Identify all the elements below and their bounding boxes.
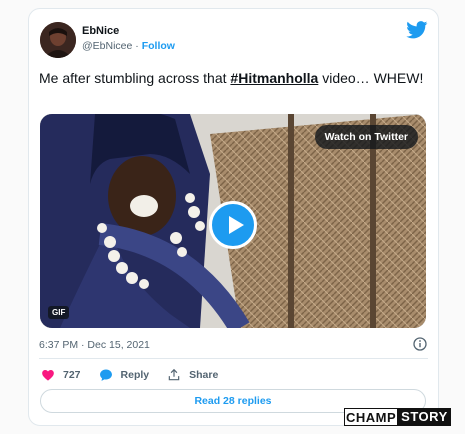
like-button[interactable]: 727	[41, 368, 81, 382]
tweet-text: Me after stumbling across that #Hitmanho…	[39, 69, 429, 88]
like-count: 727	[63, 369, 81, 381]
play-icon	[229, 216, 244, 234]
share-button[interactable]: Share	[167, 368, 218, 382]
watermark-part-champ: CHAMP	[344, 408, 399, 426]
reply-icon	[99, 369, 112, 381]
reply-button[interactable]: Reply	[99, 368, 150, 382]
reply-label: Reply	[120, 369, 150, 381]
share-icon	[168, 368, 180, 381]
action-bar: 727 Reply Share	[41, 367, 236, 383]
follow-link[interactable]: Follow	[142, 40, 175, 52]
hashtag-link[interactable]: #Hitmanholla	[230, 70, 318, 86]
info-icon[interactable]	[413, 337, 427, 351]
tweet-card: EbNice @EbNicee · Follow Me after stumbl…	[28, 8, 439, 426]
twitter-bird-icon[interactable]	[406, 21, 428, 39]
separator-dot: ·	[135, 40, 139, 52]
heart-icon	[42, 370, 54, 381]
tweet-text-end: video… WHEW!	[318, 70, 424, 86]
author-handle[interactable]: @EbNicee	[82, 40, 132, 52]
play-button[interactable]	[209, 201, 257, 249]
tweet-text-start: Me after stumbling across that	[39, 70, 231, 86]
watermark-part-story: STORY	[398, 408, 451, 426]
share-label: Share	[189, 369, 219, 381]
timestamp[interactable]: 6:37 PM · Dec 15, 2021	[39, 339, 150, 351]
divider	[39, 358, 428, 359]
gif-badge: GIF	[48, 306, 70, 319]
watermark-logo: CHAMP STORY	[344, 408, 451, 426]
author-handle-line: @EbNicee · Follow	[82, 40, 175, 52]
watch-on-twitter-button[interactable]: Watch on Twitter	[314, 125, 418, 149]
author-name[interactable]: EbNice	[82, 25, 119, 37]
media-video[interactable]: Watch on Twitter GIF	[40, 114, 426, 328]
avatar[interactable]	[40, 22, 76, 58]
